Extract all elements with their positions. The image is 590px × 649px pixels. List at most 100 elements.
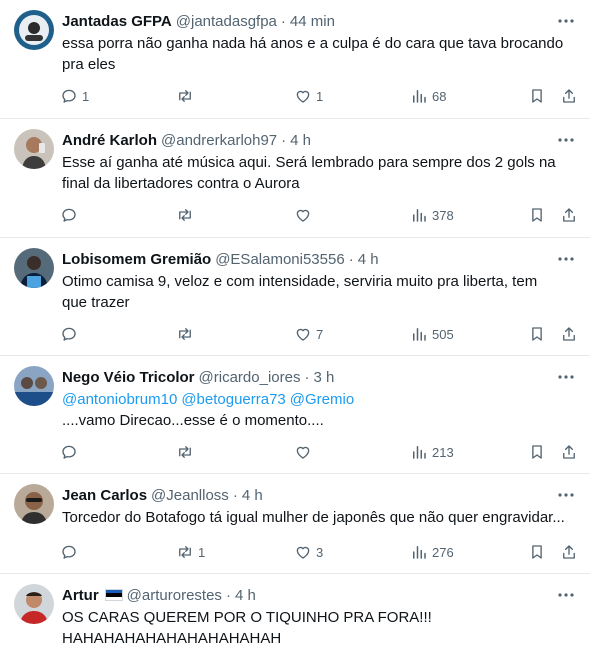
reply-icon: [62, 545, 76, 559]
user-handle[interactable]: @ricardo_iores: [199, 369, 301, 386]
tweet-header: Lobisomem Gremião @ESalamoni53556 · 4 h: [62, 249, 550, 269]
retweet-button[interactable]: [176, 319, 198, 349]
mention-link[interactable]: @betoguerra73: [181, 391, 285, 408]
user-handle[interactable]: @arturorestes: [127, 587, 222, 604]
reply-button[interactable]: [60, 437, 82, 467]
views-button[interactable]: 505: [410, 319, 454, 349]
tweet-text-line: que trazer: [62, 294, 130, 311]
views-chart-icon: [413, 209, 426, 222]
share-button[interactable]: [560, 319, 578, 349]
views-chart-icon: [413, 446, 426, 459]
tweet[interactable]: Artur @arturorestes · 4 h OS CARAS QUERE…: [0, 574, 590, 649]
mention-link[interactable]: @antoniobrum10: [62, 391, 177, 408]
avatar[interactable]: [14, 129, 54, 169]
timestamp[interactable]: 44 min: [290, 13, 335, 30]
like-button[interactable]: 3: [294, 537, 323, 567]
share-icon: [563, 545, 575, 559]
like-button[interactable]: [294, 200, 316, 230]
views-chart-icon: [413, 546, 426, 559]
heart-icon: [296, 546, 310, 559]
retweet-button[interactable]: 1: [176, 537, 205, 567]
tweet[interactable]: Nego Véio Tricolor @ricardo_iores · 3 h …: [0, 356, 590, 474]
share-button[interactable]: [560, 81, 578, 111]
display-name[interactable]: André Karloh: [62, 132, 157, 149]
bookmark-icon: [532, 89, 542, 103]
views-button[interactable]: 276: [410, 537, 454, 567]
more-options-icon[interactable]: [556, 586, 576, 604]
separator: ·: [348, 250, 354, 268]
more-options-icon[interactable]: [556, 486, 576, 504]
retweet-button[interactable]: [176, 437, 198, 467]
tweet[interactable]: Jantadas GFPA @jantadasgfpa · 44 min ess…: [0, 0, 590, 119]
tweet-actions: 7 505: [52, 319, 582, 349]
bookmark-button[interactable]: [528, 200, 546, 230]
bookmark-button[interactable]: [528, 437, 546, 467]
reply-count: 1: [82, 88, 90, 104]
reply-icon: [62, 327, 76, 341]
more-options-icon[interactable]: [556, 12, 576, 30]
avatar[interactable]: [14, 248, 54, 288]
display-name[interactable]: Nego Véio Tricolor: [62, 369, 195, 386]
separator: ·: [225, 586, 231, 604]
tweet-text: OS CARAS QUEREM POR O TIQUINHO PRA FORA!…: [62, 607, 574, 649]
display-name[interactable]: Jean Carlos: [62, 487, 147, 504]
tweet-header: Nego Véio Tricolor @ricardo_iores · 3 h: [62, 367, 550, 387]
reply-button[interactable]: [60, 319, 82, 349]
mention-link[interactable]: @Gremio: [290, 391, 354, 408]
tweet-text: Torcedor do Botafogo tá igual mulher de …: [62, 507, 574, 528]
avatar[interactable]: [14, 10, 54, 50]
tweet-actions: 213: [52, 437, 582, 467]
like-button[interactable]: 1: [294, 81, 323, 111]
timestamp[interactable]: 4 h: [242, 487, 263, 504]
user-handle[interactable]: @Jeanlloss: [151, 487, 229, 504]
bookmark-icon: [532, 327, 542, 341]
more-options-icon[interactable]: [556, 131, 576, 149]
tweet[interactable]: Lobisomem Gremião @ESalamoni53556 · 4 h …: [0, 238, 590, 356]
share-button[interactable]: [560, 200, 578, 230]
tweet-text: essa porra não ganha nada há anos e a cu…: [62, 33, 574, 75]
reply-button[interactable]: [60, 537, 82, 567]
tweet[interactable]: Jean Carlos @Jeanlloss · 4 h Torcedor do…: [0, 474, 590, 574]
timestamp[interactable]: 4 h: [235, 587, 256, 604]
display-name[interactable]: Lobisomem Gremião: [62, 251, 211, 268]
user-handle[interactable]: @jantadasgfpa: [176, 13, 277, 30]
like-button[interactable]: 7: [294, 319, 323, 349]
views-button[interactable]: 68: [410, 81, 446, 111]
views-button[interactable]: 378: [410, 200, 454, 230]
reply-button[interactable]: 1: [60, 81, 89, 111]
timestamp[interactable]: 3 h: [313, 369, 334, 386]
user-handle[interactable]: @ESalamoni53556: [215, 251, 344, 268]
more-options-icon[interactable]: [556, 368, 576, 386]
avatar[interactable]: [14, 366, 54, 406]
bookmark-button[interactable]: [528, 81, 546, 111]
views-chart-icon: [413, 328, 426, 341]
timestamp[interactable]: 4 h: [358, 251, 379, 268]
mentions-line: @antoniobrum10 @betoguerra73 @Gremio: [62, 389, 574, 410]
display-name[interactable]: Jantadas GFPA: [62, 13, 172, 30]
share-button[interactable]: [560, 537, 578, 567]
display-name[interactable]: Artur: [62, 587, 99, 604]
tweet-text-line: OS CARAS QUEREM POR O TIQUINHO PRA FORA!…: [62, 609, 432, 626]
tweet-actions: 378: [52, 200, 582, 230]
avatar[interactable]: [14, 484, 54, 524]
retweet-button[interactable]: [176, 81, 198, 111]
bookmark-button[interactable]: [528, 537, 546, 567]
more-options-icon[interactable]: [556, 250, 576, 268]
tweet-text: Esse aí ganha até música aqui. Será lemb…: [62, 152, 574, 194]
retweet-button[interactable]: [176, 200, 198, 230]
tweet-text-line: ....vamo Direcao...esse é o momento....: [62, 412, 324, 429]
avatar[interactable]: [14, 584, 54, 624]
separator: ·: [232, 486, 238, 504]
bookmark-button[interactable]: [528, 319, 546, 349]
user-handle[interactable]: @andrerkarloh97: [161, 132, 277, 149]
share-button[interactable]: [560, 437, 578, 467]
views-button[interactable]: 213: [410, 437, 454, 467]
like-button[interactable]: [294, 437, 316, 467]
tweet-header: Jantadas GFPA @jantadasgfpa · 44 min: [62, 11, 550, 31]
reply-button[interactable]: [60, 200, 82, 230]
tweet[interactable]: André Karloh @andrerkarloh97 · 4 h Esse …: [0, 119, 590, 238]
view-count: 68: [432, 88, 447, 104]
tweet-actions: 1 3 276: [52, 537, 582, 567]
reply-timeline: Jantadas GFPA @jantadasgfpa · 44 min ess…: [0, 0, 590, 649]
timestamp[interactable]: 4 h: [290, 132, 311, 149]
